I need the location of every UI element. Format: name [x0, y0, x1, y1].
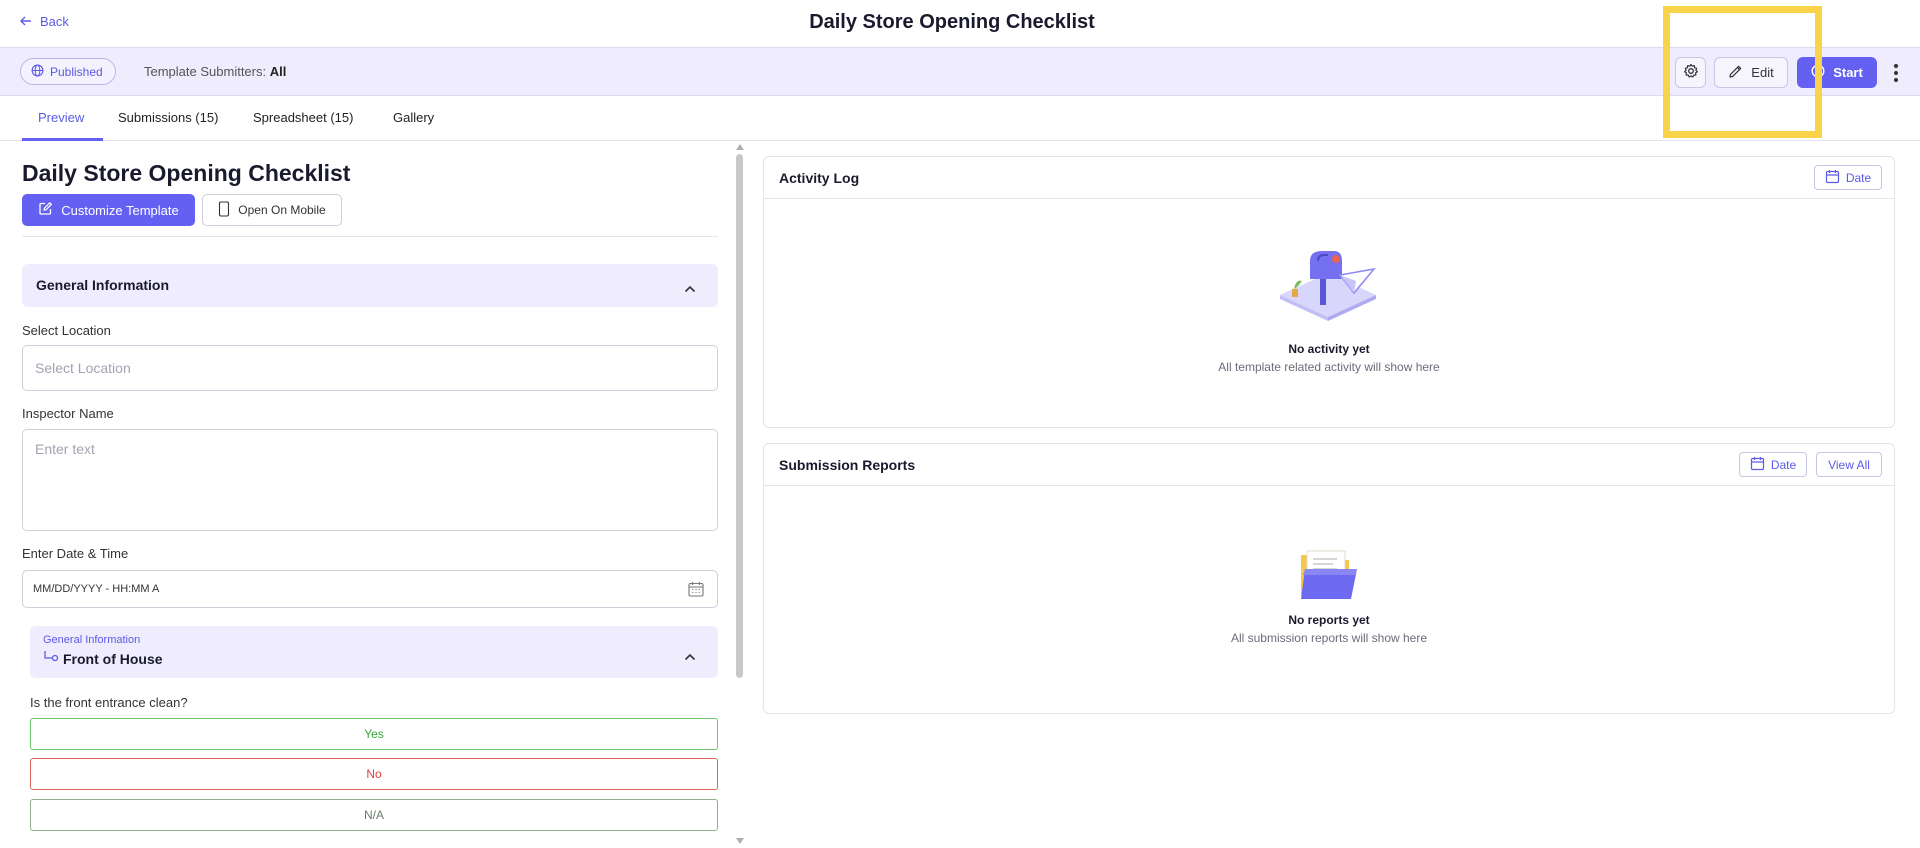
reports-empty-subtitle: All submission reports will show here	[1230, 631, 1428, 645]
gear-icon	[1683, 63, 1699, 82]
subsection-name: Front of House	[63, 650, 163, 667]
tab-preview[interactable]: Preview	[38, 110, 84, 125]
submitters-label: Template Submitters:	[144, 64, 267, 79]
edit-button[interactable]: Edit	[1714, 57, 1788, 88]
status-badge[interactable]: Published	[20, 58, 116, 85]
scroll-up-icon[interactable]	[736, 144, 744, 150]
reports-date-label: Date	[1770, 457, 1797, 472]
question-label: Is the front entrance clean?	[30, 695, 188, 710]
edit-label: Edit	[1751, 65, 1774, 80]
choice-na[interactable]: N/A	[30, 799, 718, 831]
active-tab-indicator	[22, 138, 103, 141]
inspector-name-placeholder: Enter text	[35, 441, 95, 457]
customize-template-button[interactable]: Customize Template	[22, 194, 195, 226]
submission-reports-card: Submission Reports Date View All No repo…	[763, 443, 1895, 714]
view-all-button[interactable]: View All	[1816, 452, 1882, 477]
folder-illustration	[1297, 549, 1361, 604]
globe-icon	[31, 64, 44, 80]
nested-arrow-icon	[43, 650, 59, 667]
section-title: General Information	[36, 277, 170, 293]
reports-date-filter-button[interactable]: Date	[1739, 452, 1807, 477]
activity-date-filter-button[interactable]: Date	[1814, 165, 1882, 190]
pencil-icon	[1728, 64, 1743, 82]
chevron-up-icon[interactable]	[684, 648, 696, 664]
tab-submissions[interactable]: Submissions (15)	[118, 110, 218, 125]
location-label: Select Location	[22, 323, 111, 338]
inspector-name-label: Inspector Name	[22, 406, 114, 421]
calendar-icon	[1750, 456, 1765, 474]
datetime-label: Enter Date & Time	[22, 546, 129, 561]
activity-log-title: Activity Log	[779, 170, 860, 186]
form-title: Daily Store Opening Checklist	[22, 160, 351, 186]
reports-empty-title: No reports yet	[1288, 613, 1370, 627]
submission-reports-title: Submission Reports	[779, 457, 916, 473]
page-title: Daily Store Opening Checklist	[809, 11, 1095, 33]
top-bar: Back Daily Store Opening Checklist	[0, 0, 1920, 47]
customize-template-label: Customize Template	[61, 202, 179, 218]
activity-date-label: Date	[1845, 170, 1872, 185]
subsection-parent: General Information	[43, 634, 141, 646]
settings-button[interactable]	[1675, 57, 1706, 88]
subsection-name-row: Front of House	[43, 650, 163, 667]
template-toolbar: Published Template Submitters: All Edit …	[0, 47, 1920, 96]
activity-log-card: Activity Log Date No activity yet All te…	[763, 156, 1895, 428]
template-submitters: Template Submitters: All	[144, 64, 286, 79]
mailbox-illustration	[1270, 247, 1386, 332]
status-badge-label: Published	[50, 64, 103, 79]
location-select[interactable]: Select Location	[22, 345, 718, 391]
calendar-icon[interactable]	[687, 580, 705, 601]
start-button[interactable]: Start	[1797, 57, 1877, 88]
divider	[22, 236, 718, 237]
scrollbar-thumb[interactable]	[736, 154, 743, 678]
inspector-name-field[interactable]: Enter text	[22, 429, 718, 531]
edit-square-icon	[38, 201, 53, 219]
open-on-mobile-label: Open On Mobile	[238, 203, 326, 217]
choice-yes[interactable]: Yes	[30, 718, 718, 750]
activity-empty-title: No activity yet	[1288, 342, 1370, 356]
play-circle-icon	[1811, 64, 1825, 81]
calendar-icon	[1825, 169, 1840, 187]
choice-no[interactable]: No	[30, 758, 718, 790]
submission-reports-header: Submission Reports Date View All	[764, 444, 1894, 486]
datetime-value: MM/DD/YYYY - HH:MM A	[33, 583, 160, 595]
activity-empty-subtitle: All template related activity will show …	[1218, 360, 1440, 374]
chevron-up-icon[interactable]	[684, 280, 696, 296]
form-scrollbar[interactable]	[734, 144, 746, 848]
more-options-icon[interactable]	[1888, 60, 1904, 86]
activity-log-header: Activity Log Date	[764, 157, 1894, 199]
location-placeholder: Select Location	[35, 360, 131, 376]
smartphone-icon	[218, 200, 230, 220]
submitters-value: All	[269, 64, 287, 79]
section-general-information[interactable]: General Information	[22, 264, 718, 307]
scroll-down-icon[interactable]	[736, 838, 744, 844]
datetime-field[interactable]: MM/DD/YYYY - HH:MM A	[22, 570, 718, 608]
open-on-mobile-button[interactable]: Open On Mobile	[202, 194, 342, 226]
tab-gallery[interactable]: Gallery	[393, 110, 434, 125]
tab-spreadsheet[interactable]: Spreadsheet (15)	[253, 110, 353, 125]
tab-bar: Preview Submissions (15) Spreadsheet (15…	[0, 96, 1920, 141]
subsection-front-of-house[interactable]: General Information Front of House	[30, 626, 718, 678]
start-label: Start	[1833, 65, 1863, 80]
